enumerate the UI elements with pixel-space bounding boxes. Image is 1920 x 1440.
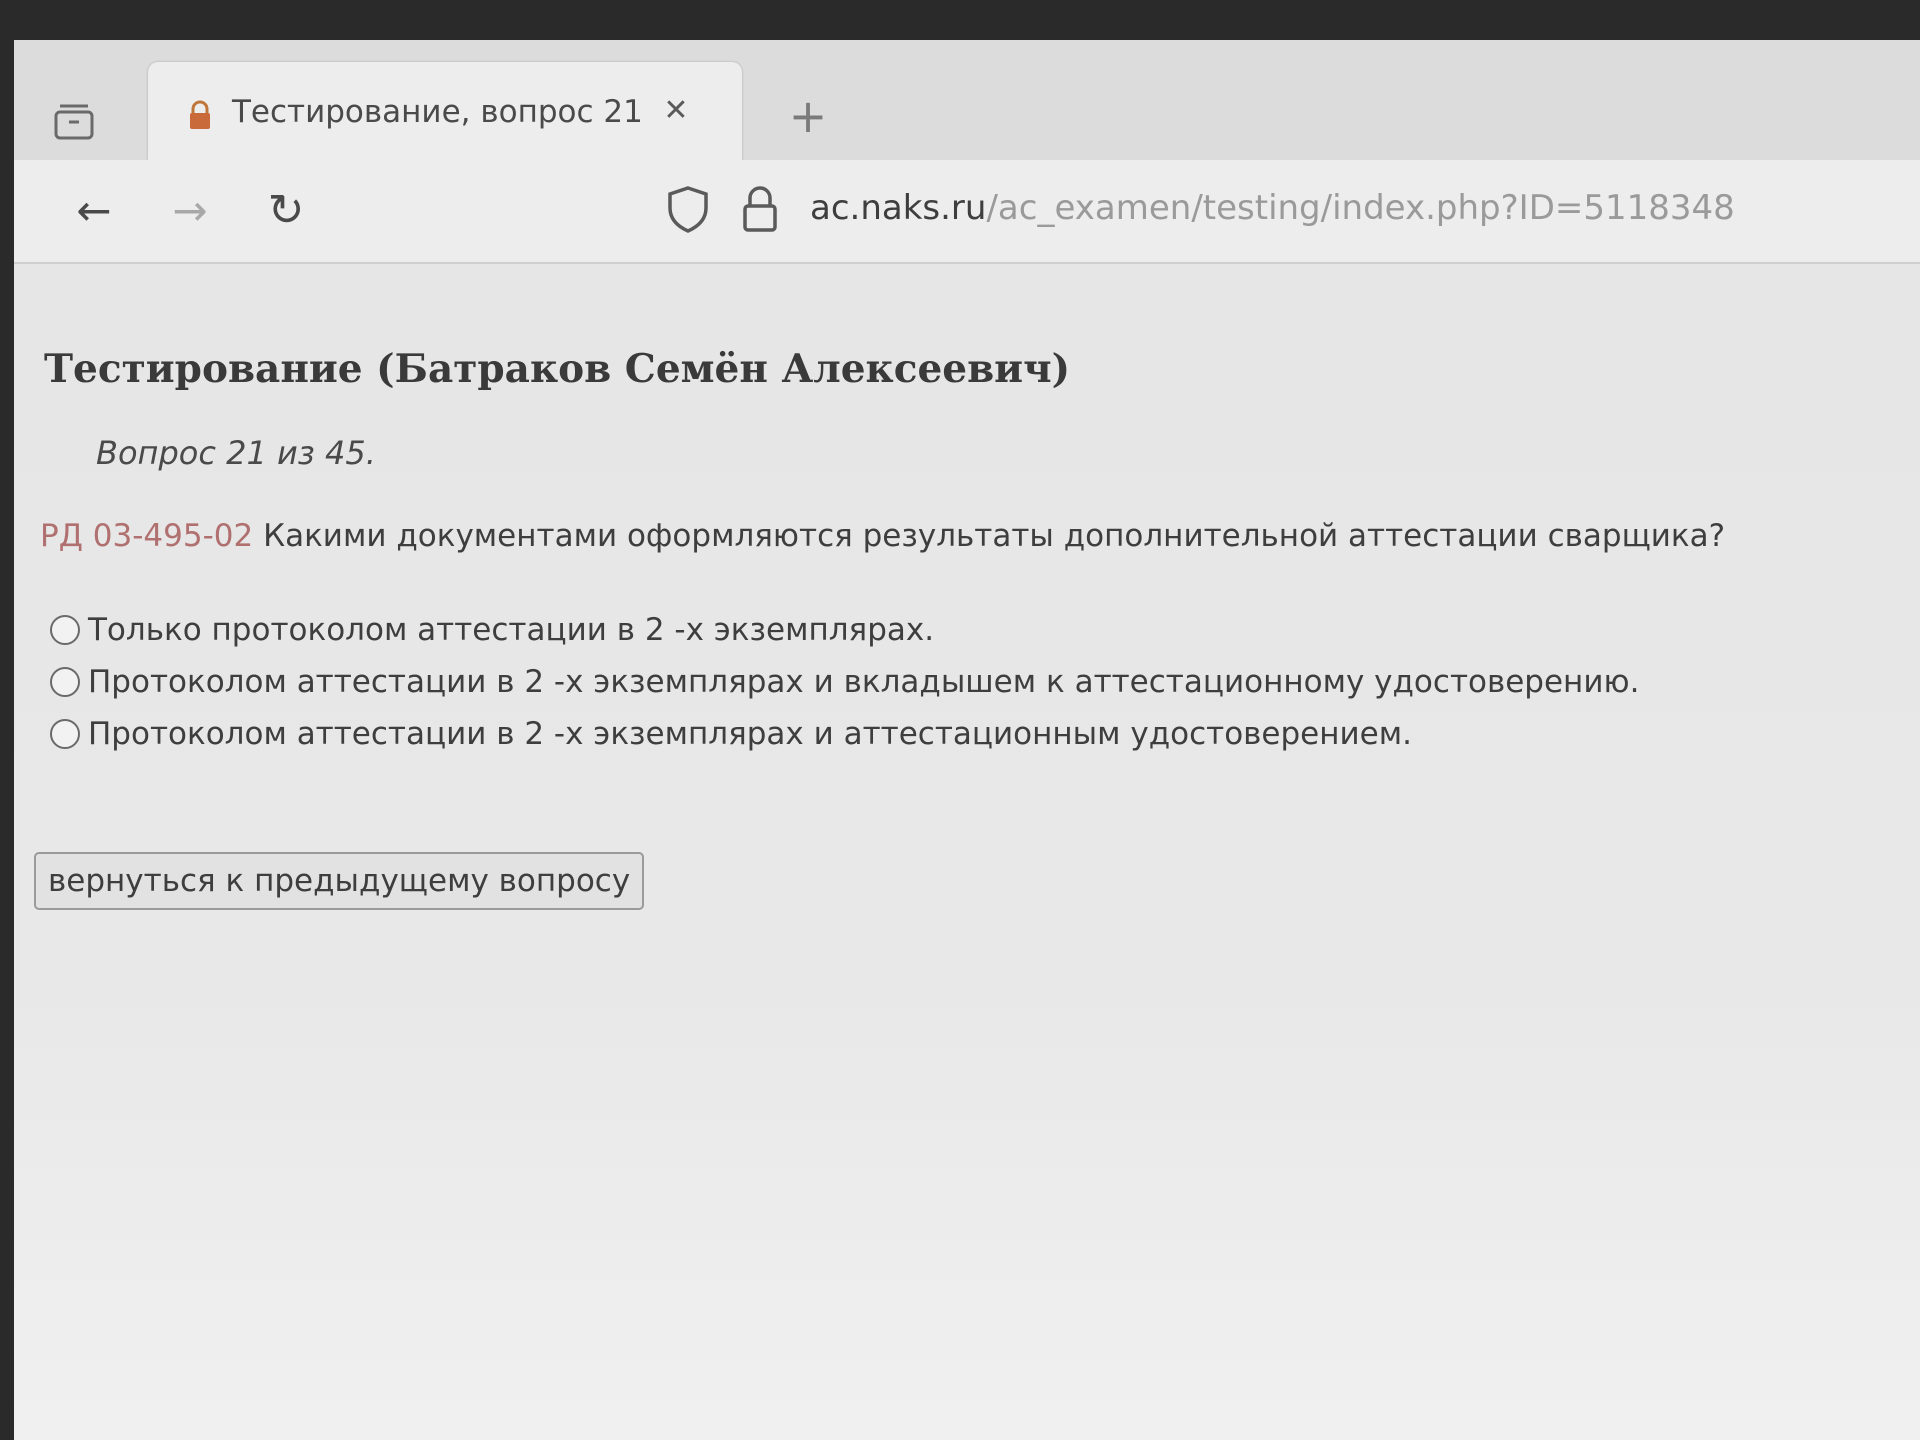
arrow-left-icon: ← bbox=[76, 185, 112, 235]
close-icon: ✕ bbox=[663, 92, 689, 128]
address-bar[interactable]: ac.naks.ru/ac_examen/testing/index.php?I… bbox=[664, 174, 1764, 244]
tab-list-icon bbox=[54, 104, 94, 140]
shield-icon[interactable] bbox=[664, 184, 712, 234]
browser-window: Тестирование, вопрос 21 ✕ + ← → ↻ ac.nak… bbox=[14, 40, 1920, 1440]
question-body: Какими документами оформляются результат… bbox=[263, 518, 1726, 554]
monitor-bezel-left bbox=[0, 0, 14, 1440]
tab-title: Тестирование, вопрос 21 bbox=[232, 94, 643, 130]
reload-icon: ↻ bbox=[267, 184, 305, 236]
previous-question-button[interactable]: вернуться к предыдущему вопросу bbox=[34, 852, 645, 910]
tab-close-button[interactable]: ✕ bbox=[656, 90, 696, 130]
plus-icon: + bbox=[788, 89, 828, 143]
new-tab-button[interactable]: + bbox=[782, 90, 834, 142]
radio-button[interactable] bbox=[50, 615, 80, 645]
answer-option-2[interactable]: Протоколом аттестации в 2 -х экземплярах… bbox=[50, 656, 1639, 708]
answer-option-3[interactable]: Протоколом аттестации в 2 -х экземплярах… bbox=[50, 708, 1639, 760]
arrow-right-icon: → bbox=[172, 185, 208, 235]
answer-option-1[interactable]: Только протоколом аттестации в 2 -х экзе… bbox=[50, 604, 1639, 656]
tab-list-button[interactable] bbox=[36, 90, 112, 154]
lock-icon[interactable] bbox=[740, 184, 780, 234]
back-button[interactable]: ← bbox=[66, 182, 122, 238]
answer-label: Протоколом аттестации в 2 -х экземплярах… bbox=[88, 664, 1640, 700]
url-text[interactable]: ac.naks.ru/ac_examen/testing/index.php?I… bbox=[810, 188, 1735, 228]
lock-warning-icon bbox=[190, 100, 210, 129]
url-host: ac.naks.ru bbox=[810, 188, 987, 228]
url-path: /ac_examen/testing/index.php?ID=5118348 bbox=[986, 188, 1735, 228]
page-title: Тестирование (Батраков Семён Алексеевич) bbox=[44, 346, 1071, 392]
radio-button[interactable] bbox=[50, 719, 80, 749]
tab-strip: Тестирование, вопрос 21 ✕ + bbox=[14, 40, 1920, 160]
answer-list: Только протоколом аттестации в 2 -х экзе… bbox=[50, 604, 1639, 760]
question-text: РД 03-495-02 Какими документами оформляю… bbox=[40, 518, 1725, 554]
answer-label: Протоколом аттестации в 2 -х экземплярах… bbox=[88, 716, 1412, 752]
navigation-bar: ← → ↻ ac.naks.ru/ac_examen/testing/index… bbox=[14, 160, 1920, 264]
radio-button[interactable] bbox=[50, 667, 80, 697]
question-counter: Вопрос 21 из 45. bbox=[96, 434, 376, 472]
monitor-bezel-top bbox=[0, 0, 1920, 40]
tab-testing[interactable]: Тестирование, вопрос 21 ✕ bbox=[148, 62, 742, 160]
page-content: Тестирование (Батраков Семён Алексеевич)… bbox=[14, 264, 1920, 1440]
forward-button[interactable]: → bbox=[162, 182, 218, 238]
answer-label: Только протоколом аттестации в 2 -х экзе… bbox=[88, 612, 935, 648]
question-reference: РД 03-495-02 bbox=[40, 518, 254, 554]
reload-button[interactable]: ↻ bbox=[258, 182, 314, 238]
